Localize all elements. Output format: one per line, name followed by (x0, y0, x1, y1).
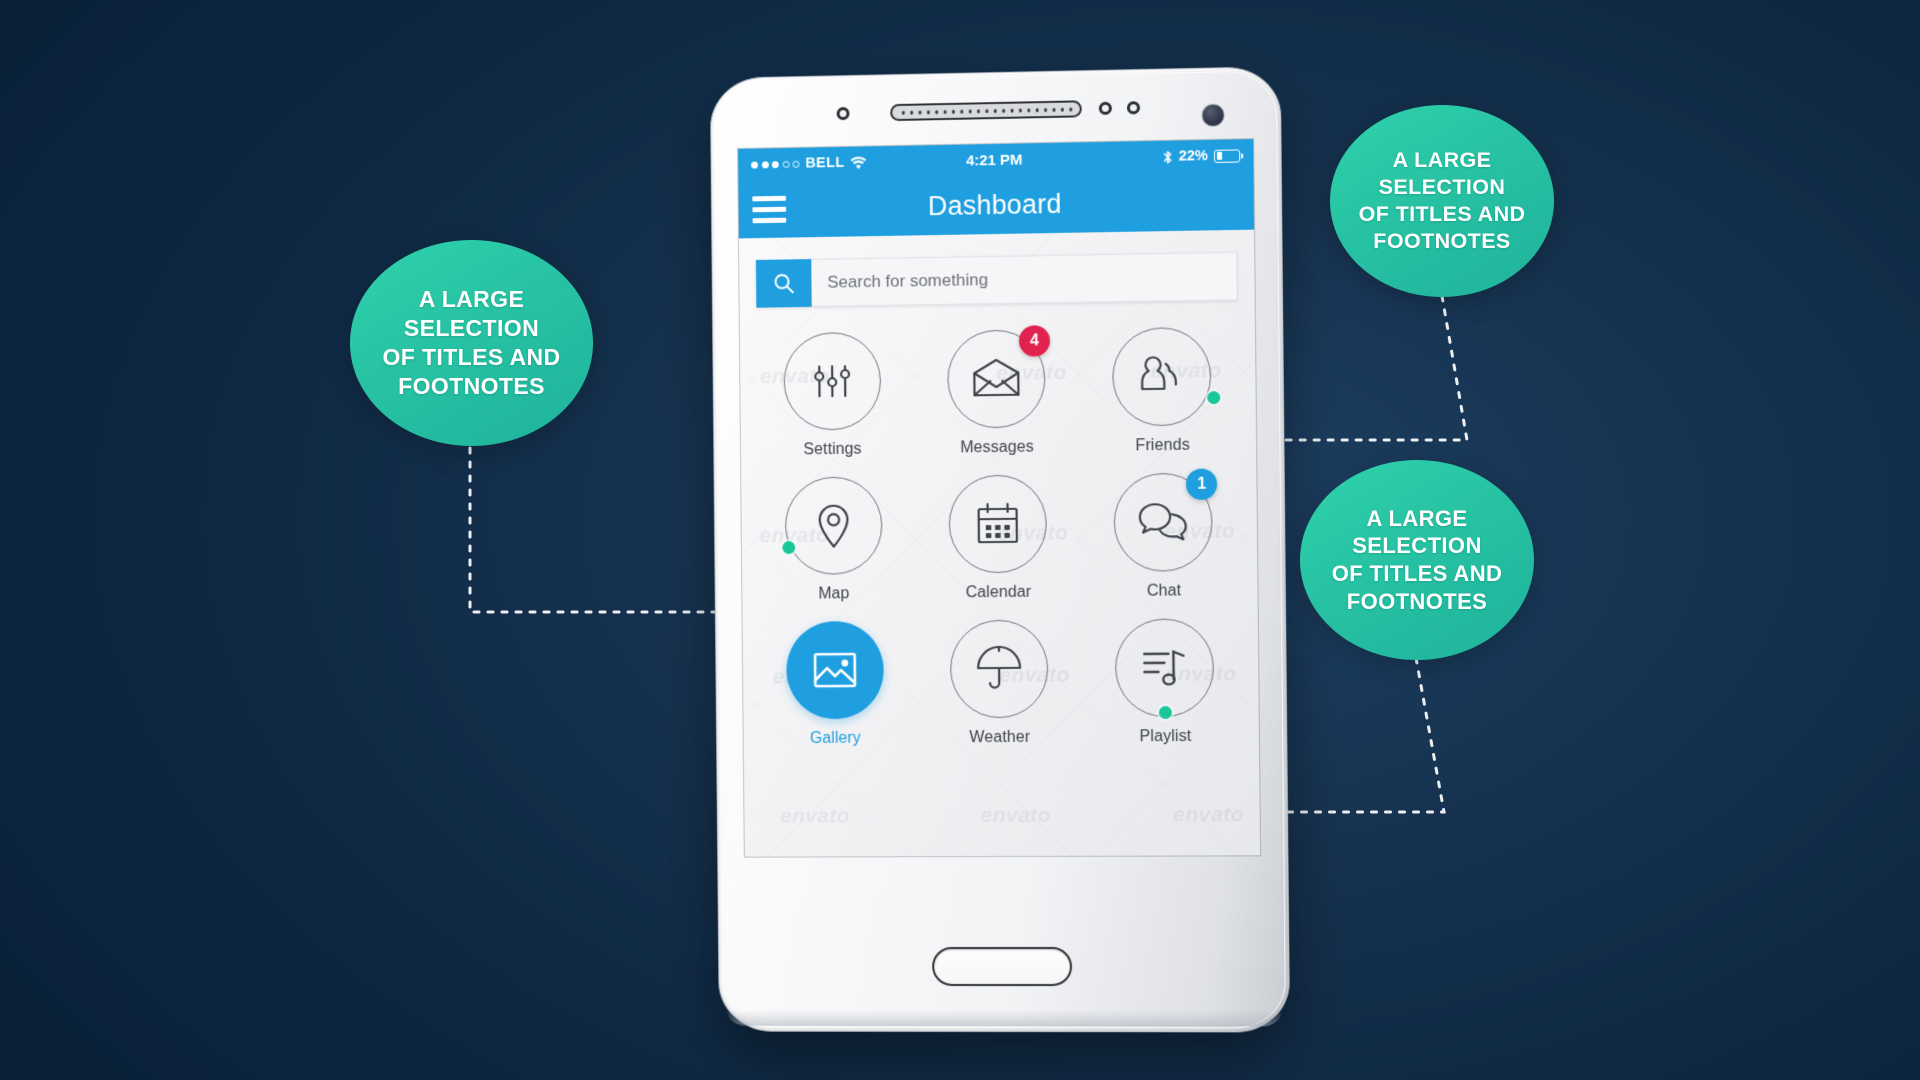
tile-friends[interactable]: Friends (1079, 326, 1247, 456)
bluetooth-icon (1163, 149, 1173, 164)
callout-bubble-top-right: A LARGE SELECTION OF TITLES AND FOOTNOTE… (1330, 105, 1554, 297)
earpiece-speaker-icon (890, 100, 1082, 122)
tile-label: Settings (803, 440, 862, 459)
ir-sensor-icon (1126, 101, 1141, 115)
page-title: Dashboard (927, 188, 1062, 221)
hamburger-menu-icon[interactable] (752, 195, 787, 223)
tile-circle (781, 476, 883, 575)
callout-bubble-bottom-right: A LARGE SELECTION OF TITLES AND FOOTNOTE… (1300, 460, 1534, 660)
tile-playlist[interactable]: Playlist (1081, 618, 1249, 747)
tile-circle (782, 331, 881, 431)
people-icon (1137, 354, 1188, 399)
notification-badge: 4 (1018, 325, 1051, 357)
light-sensor-icon (1098, 101, 1112, 115)
calendar-icon (975, 501, 1021, 547)
sliders-icon (809, 358, 855, 404)
tile-map[interactable]: Map (751, 476, 916, 604)
wifi-icon (850, 156, 867, 169)
callout-text: A LARGE SELECTION OF TITLES AND FOOTNOTE… (1358, 147, 1526, 254)
home-button[interactable] (931, 946, 1073, 987)
tile-circle: 1 (1113, 468, 1218, 572)
watermark: envato (779, 804, 851, 828)
callout-bubble-left: A LARGE SELECTION OF TITLES AND FOOTNOTE… (350, 240, 593, 446)
tile-circle (1112, 326, 1221, 427)
clock-label: 4:21 PM (965, 151, 1023, 170)
tile-calendar[interactable]: Calendar (915, 474, 1081, 603)
tile-chat[interactable]: 1 Chat (1080, 468, 1248, 601)
tile-label: Playlist (1139, 727, 1192, 746)
search-button[interactable] (755, 259, 812, 308)
dashboard-grid: Settings 4 Messages Friends Map Calendar… (750, 325, 1249, 749)
status-dot (781, 541, 795, 555)
watermark: envato (1172, 803, 1245, 827)
tile-label: Calendar (965, 583, 1032, 602)
presentation-stage: A LARGE SELECTION OF TITLES AND FOOTNOTE… (0, 0, 1920, 1080)
tile-circle (785, 620, 884, 720)
status-dot (1207, 391, 1221, 405)
watermark: envato (980, 803, 1052, 828)
tile-label: Friends (1135, 436, 1190, 455)
tile-label: Gallery (809, 729, 861, 747)
search-icon (772, 271, 796, 295)
image-icon (812, 650, 858, 690)
tile-label: Weather (969, 728, 1031, 747)
playlist-music-icon (1140, 646, 1189, 691)
tile-settings[interactable]: Settings (750, 331, 915, 460)
tile-gallery[interactable]: Gallery (752, 620, 917, 749)
chat-bubbles-icon (1138, 501, 1189, 544)
signal-strength-icon (751, 160, 800, 169)
tile-circle (948, 474, 1048, 574)
tile-circle: 4 (946, 325, 1051, 429)
search-bar (755, 252, 1238, 308)
carrier-label: BELL (805, 154, 845, 172)
battery-percent-label: 22% (1178, 148, 1209, 165)
callout-text: A LARGE SELECTION OF TITLES AND FOOTNOTE… (1331, 505, 1503, 614)
smartphone-mockup: envato envato envato envato envato envat… (709, 66, 1291, 1033)
tile-label: Messages (960, 438, 1034, 457)
tile-messages[interactable]: 4 Messages (913, 325, 1079, 458)
battery-icon (1213, 148, 1241, 163)
app-navbar: Dashboard (738, 171, 1255, 239)
notification-badge: 1 (1186, 468, 1218, 500)
tile-circle (949, 619, 1049, 719)
envelope-icon (970, 357, 1022, 402)
tile-weather[interactable]: Weather (916, 619, 1082, 747)
callout-text: A LARGE SELECTION OF TITLES AND FOOTNOTE… (382, 286, 561, 399)
search-input[interactable] (811, 252, 1238, 307)
umbrella-icon (975, 645, 1023, 692)
phone-screen: envato envato envato envato envato envat… (738, 139, 1261, 857)
tile-circle (1115, 618, 1215, 720)
proximity-sensor-icon (836, 106, 850, 121)
tile-label: Map (818, 585, 850, 603)
status-dot (1159, 705, 1173, 720)
map-pin-icon (814, 502, 852, 550)
tile-label: Chat (1146, 582, 1182, 600)
